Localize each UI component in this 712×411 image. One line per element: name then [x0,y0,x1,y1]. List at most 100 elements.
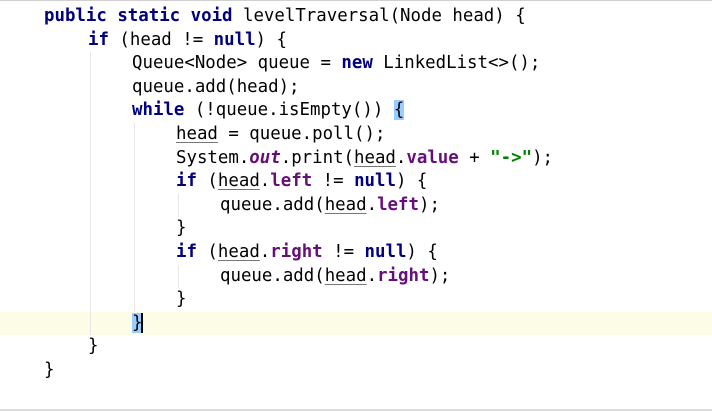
code-token: ); [532,147,554,168]
code-token: void [190,6,233,26]
indent-guide [134,193,135,218]
code-token: right [377,265,430,286]
code-line[interactable]: queue.add(head); [0,75,712,100]
indent-guide [90,193,91,218]
code-token: (!queue.isEmpty()) [184,100,394,121]
code-token: queue.add(head); [132,76,300,97]
code-line[interactable]: } [0,335,712,359]
code-token: . [366,194,378,215]
code-line-text: queue.add(head); [132,76,300,100]
code-line[interactable]: public static void levelTraversal(Node h… [0,5,712,29]
code-editor[interactable]: public static void levelTraversal(Node h… [0,5,712,383]
code-token: + [458,147,491,168]
code-token: ) { [255,29,287,50]
code-token: LinkedList<>(); [372,53,541,74]
code-token: ( [196,241,218,262]
code-token: . [366,265,378,286]
code-line[interactable]: System.out.print(head.value + "->"); [0,146,712,171]
indent-guide [134,146,135,171]
code-line[interactable]: if (head.left != null) { [0,170,712,194]
indent-guide [90,99,91,123]
code-line[interactable]: while (!queue.isEmpty()) { [0,99,712,123]
code-line[interactable]: } [0,288,712,312]
code-line[interactable]: } [0,311,712,336]
code-token: left [270,171,313,192]
code-line-text: } [88,335,98,359]
text-caret [141,312,144,333]
code-line[interactable]: } [0,359,712,383]
code-token: null [213,29,256,50]
code-token: while [132,100,185,121]
indent-guide [90,240,91,265]
code-token: ) { [406,241,438,262]
indent-guide [134,170,135,194]
indent-guide [90,52,91,76]
code-token: head [354,147,396,168]
code-line[interactable]: queue.add(head.right); [0,264,712,289]
indent-guide [134,264,135,289]
code-token: "->" [490,147,533,168]
code-token: . [395,147,407,168]
code-token: levelTraversal(Node head) { [232,6,526,26]
indent-guide [90,311,91,336]
code-token: Queue<Node> queue = [132,53,342,74]
code-line[interactable]: head = queue.poll(); [0,122,712,147]
code-token: if [88,29,109,50]
code-line-text: } [176,288,186,312]
code-token: head [217,241,260,262]
code-line-text: if (head.right != null) { [176,241,438,265]
code-token: . [259,171,271,192]
code-token: queue.add( [220,265,325,286]
code-token: null [364,241,407,262]
indent-guide [90,75,91,100]
code-token: null [354,171,396,192]
code-token: if [176,241,197,262]
code-token: } [88,336,99,357]
indent-guide [90,217,91,241]
code-line[interactable]: if (head != null) { [0,29,712,53]
code-token: } [176,218,187,239]
indent-guide [90,170,91,194]
code-token: } [44,359,55,380]
code-line-text: queue.add(head.left); [220,194,440,218]
code-token: { [393,100,405,121]
code-token: ( [196,171,218,192]
code-line-text: while (!queue.isEmpty()) { [132,99,405,123]
code-line[interactable]: queue.add(head.left); [0,193,712,218]
code-line-text: if (head.left != null) { [176,170,427,194]
code-line-text: queue.add(head.right); [220,265,450,289]
code-line[interactable]: Queue<Node> queue = new LinkedList<>(); [0,52,712,76]
indent-guide [178,264,179,289]
code-token: if [176,171,197,192]
code-line-text: } [176,217,186,241]
code-token: . [259,241,271,262]
code-line-text: public static void levelTraversal(Node h… [44,5,526,29]
code-token: System. [176,147,250,168]
code-token: } [176,289,187,310]
code-token: head [217,171,260,192]
indent-guide [178,193,179,218]
code-token: head [176,123,218,144]
code-token: out [249,147,281,168]
code-token: (head != [108,29,214,50]
indent-guide [134,217,135,241]
code-token: = queue.poll(); [217,123,386,144]
code-token: queue.add( [220,194,325,215]
code-line-text: System.out.print(head.value + "->"); [176,147,553,171]
code-token: static [117,6,181,26]
code-line[interactable]: } [0,217,712,241]
indent-guide [134,288,135,312]
code-token: head [324,265,367,286]
editor-top-border [0,0,712,1]
code-token: != [322,241,365,262]
indent-guide [90,146,91,171]
indent-guide [134,122,135,147]
code-token: .print( [280,147,355,168]
code-line-text: head = queue.poll(); [176,123,385,147]
indent-guide [134,240,135,265]
code-line[interactable]: if (head.right != null) { [0,240,712,265]
indent-guide [90,288,91,312]
code-token: ); [418,194,440,215]
code-line-text: if (head != null) { [88,29,287,53]
